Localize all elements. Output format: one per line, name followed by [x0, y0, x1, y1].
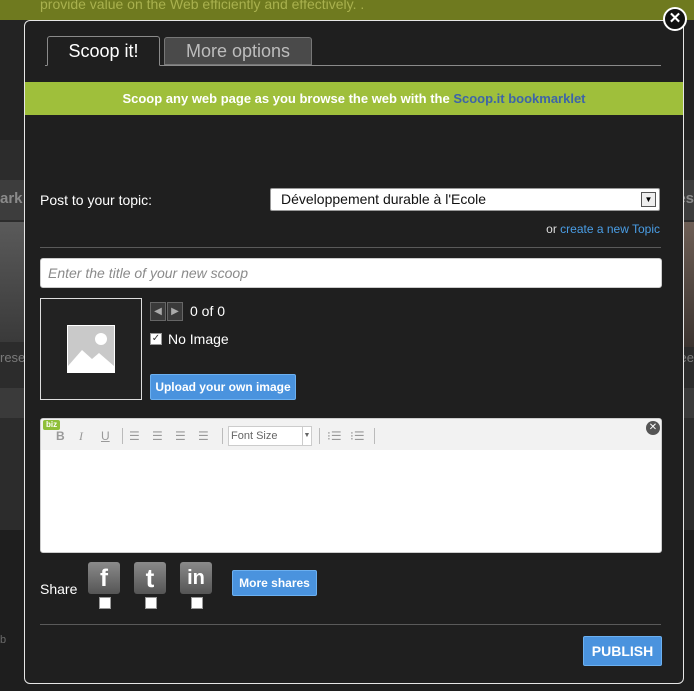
facebook-share-checkbox[interactable] [99, 597, 111, 609]
background-text-left: rese [0, 350, 26, 365]
topic-selected-value: Développement durable à l'Ecole [281, 191, 487, 207]
background-photo-left [0, 222, 26, 342]
tab-more-options[interactable]: More options [164, 37, 312, 65]
previous-image-button[interactable]: ◀ [150, 302, 166, 321]
new-topic-line: or create a new Topic [546, 222, 660, 236]
underline-icon[interactable]: U [101, 429, 110, 443]
toolbar-separator [222, 428, 223, 444]
background-top-text: provide value on the Web efficiently and… [40, 0, 365, 12]
chevron-down-icon: ▼ [641, 192, 656, 207]
align-center-icon[interactable]: ☰ [152, 429, 163, 443]
create-topic-link[interactable]: create a new Topic [560, 222, 660, 236]
align-right-icon[interactable]: ☰ [175, 429, 186, 443]
toolbar-separator [374, 428, 375, 444]
bookmarklet-link[interactable]: Scoop.it bookmarklet [453, 91, 585, 106]
facebook-icon[interactable]: f [88, 562, 120, 594]
align-justify-icon[interactable]: ☰ [198, 429, 209, 443]
background-band-text-left: ark [0, 190, 23, 207]
banner-text: Scoop any web page as you browse the web… [122, 91, 454, 106]
linkedin-share-checkbox[interactable] [191, 597, 203, 609]
toolbar-separator [122, 428, 123, 444]
no-image-checkbox[interactable]: ✓ [150, 333, 162, 345]
align-left-icon[interactable]: ☰ [129, 429, 140, 443]
bold-icon[interactable]: B [56, 429, 65, 443]
divider [40, 247, 661, 248]
toolbar-separator [319, 428, 320, 444]
scoop-title-input[interactable] [40, 258, 662, 288]
chevron-down-icon: ▼ [302, 427, 311, 445]
description-editor[interactable]: biz B I U ☰ ☰ ☰ ☰ Font Size ▼ ⁝☰ ⁝☰ ✕ [40, 418, 662, 553]
close-icon[interactable]: ✕ [646, 421, 660, 435]
font-size-select[interactable]: Font Size ▼ [228, 426, 312, 446]
linkedin-icon[interactable]: in [180, 562, 212, 594]
topic-select[interactable]: Développement durable à l'Ecole ▼ [270, 188, 660, 211]
font-size-label: Font Size [231, 430, 278, 442]
share-label: Share [40, 581, 78, 597]
editor-toolbar: biz B I U ☰ ☰ ☰ ☰ Font Size ▼ ⁝☰ ⁝☰ ✕ [41, 419, 661, 450]
publish-button[interactable]: PUBLISH [583, 636, 662, 666]
background-top-bar: provide value on the Web efficiently and… [0, 0, 694, 20]
twitter-icon[interactable]: t [134, 562, 166, 594]
image-count: 0 of 0 [190, 303, 226, 319]
image-preview [40, 298, 142, 400]
or-text: or [546, 222, 561, 236]
tab-scoop-it[interactable]: Scoop it! [47, 36, 160, 66]
bullet-list-icon[interactable]: ⁝☰ [327, 429, 342, 443]
upload-image-button[interactable]: Upload your own image [150, 374, 296, 400]
next-image-button[interactable]: ▶ [167, 302, 183, 321]
more-shares-button[interactable]: More shares [232, 570, 317, 596]
divider [40, 624, 661, 625]
twitter-share-checkbox[interactable] [145, 597, 157, 609]
italic-icon[interactable]: I [79, 429, 83, 444]
bookmarklet-banner: Scoop any web page as you browse the web… [25, 82, 683, 115]
background-footer-text: b [0, 634, 7, 646]
numbered-list-icon[interactable]: ⁝☰ [350, 429, 365, 443]
scoop-dialog: Scoop it! More options Scoop any web pag… [24, 20, 684, 684]
close-dialog-button[interactable]: ✕ [663, 7, 687, 31]
topic-label: Post to your topic: [40, 192, 153, 208]
image-placeholder-icon [67, 325, 115, 373]
no-image-label: No Image [168, 331, 229, 347]
